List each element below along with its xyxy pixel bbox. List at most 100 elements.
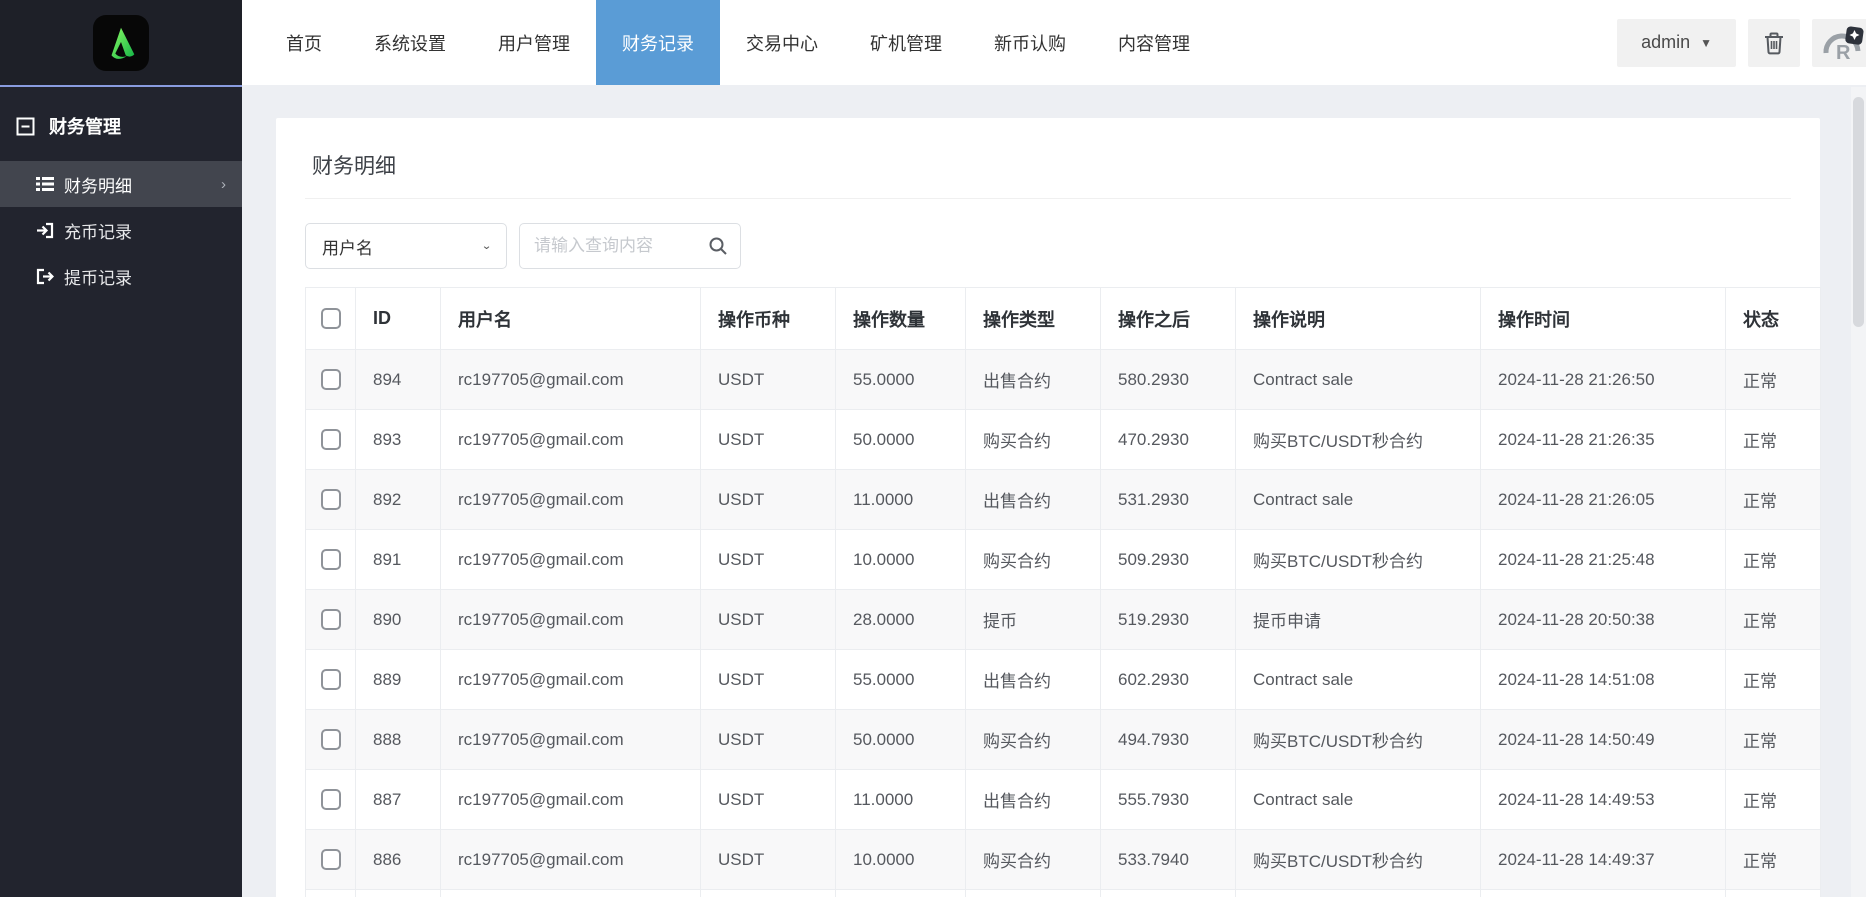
cell-checkbox bbox=[306, 410, 356, 470]
admin-label: admin bbox=[1641, 32, 1690, 53]
cell-after: 533.7940 bbox=[1101, 830, 1236, 890]
cell-desc: 购买BTC/USDT秒合约 bbox=[1236, 710, 1481, 770]
scrollbar[interactable] bbox=[1851, 87, 1866, 897]
cell-after: 580.2930 bbox=[1101, 350, 1236, 410]
cell-status: 正常 bbox=[1726, 650, 1821, 710]
cell-desc: 提币申请 bbox=[1236, 590, 1481, 650]
cell-type: 出售合约 bbox=[966, 650, 1101, 710]
sidebar-section-finance[interactable]: 财务管理 bbox=[0, 87, 242, 161]
cell-type: 购买合约 bbox=[966, 710, 1101, 770]
topbar-actions: admin ▼ R bbox=[1617, 0, 1866, 85]
row-checkbox[interactable] bbox=[321, 369, 341, 390]
cell-amount: 55.0000 bbox=[836, 350, 966, 410]
table-row: 890rc197705@gmail.comUSDT28.0000提币519.29… bbox=[306, 590, 1821, 650]
cell-user: rc197705@gmail.com bbox=[441, 650, 701, 710]
cell-checkbox bbox=[306, 470, 356, 530]
cell-after: 470.2930 bbox=[1101, 410, 1236, 470]
cell-time: 2024-11-28 20:50:38 bbox=[1481, 590, 1726, 650]
logout-button[interactable]: R bbox=[1812, 19, 1866, 67]
scrollbar-thumb[interactable] bbox=[1853, 97, 1864, 327]
cell-coin: USDT bbox=[701, 530, 836, 590]
filter-select-value: 用户名 bbox=[322, 234, 373, 259]
logout-r-badge-icon: R bbox=[1822, 23, 1866, 63]
cell-checkbox bbox=[306, 650, 356, 710]
trash-button[interactable] bbox=[1748, 19, 1800, 67]
table-row: 892rc197705@gmail.comUSDT11.0000出售合约531.… bbox=[306, 470, 1821, 530]
table-row: 893rc197705@gmail.comUSDT50.0000购买合约470.… bbox=[306, 410, 1821, 470]
row-checkbox[interactable] bbox=[321, 789, 341, 810]
search-icon[interactable] bbox=[708, 236, 728, 256]
top-nav-item-2[interactable]: 用户管理 bbox=[472, 0, 596, 85]
row-checkbox[interactable] bbox=[321, 729, 341, 750]
cell-type: 出售合约 bbox=[966, 470, 1101, 530]
cell-coin: USDT bbox=[701, 470, 836, 530]
cell-amount: 10.0000 bbox=[836, 530, 966, 590]
top-nav-item-1[interactable]: 系统设置 bbox=[348, 0, 472, 85]
cell-time: 2024-11-28 14:50:49 bbox=[1481, 710, 1726, 770]
row-checkbox[interactable] bbox=[321, 549, 341, 570]
cell-type: 出售合约 bbox=[966, 350, 1101, 410]
top-nav-item-6[interactable]: 新币认购 bbox=[968, 0, 1092, 85]
cell-id: 890 bbox=[356, 590, 441, 650]
top-nav-item-0[interactable]: 首页 bbox=[260, 0, 348, 85]
header-cell-5: 操作之后 bbox=[1101, 288, 1236, 350]
cell-coin: USDT bbox=[701, 890, 836, 897]
main-content: 财务明细 用户名 ⌄ bbox=[242, 85, 1866, 897]
cell-coin: USDT bbox=[701, 710, 836, 770]
cell-user: rc197705@gmail.com bbox=[441, 530, 701, 590]
cell-id: 887 bbox=[356, 770, 441, 830]
svg-text:R: R bbox=[1836, 42, 1851, 63]
search-box bbox=[519, 223, 741, 269]
collapse-minus-icon bbox=[16, 117, 35, 136]
row-checkbox[interactable] bbox=[321, 609, 341, 630]
search-input[interactable] bbox=[534, 236, 708, 256]
cell-desc: Contract sale bbox=[1236, 350, 1481, 410]
cell-user: rc197705@gmail.com bbox=[441, 770, 701, 830]
header-cell-7: 操作时间 bbox=[1481, 288, 1726, 350]
cell-checkbox bbox=[306, 890, 356, 897]
sidebar-nav: 财务明细›充币记录提币记录 bbox=[0, 161, 242, 299]
admin-menu-button[interactable]: admin ▼ bbox=[1617, 19, 1736, 67]
cell-status: 正常 bbox=[1726, 350, 1821, 410]
header-cell-0: ID bbox=[356, 288, 441, 350]
cell-after: 580.7940 bbox=[1101, 890, 1236, 897]
chevron-right-icon: › bbox=[221, 176, 226, 193]
table-row: 891rc197705@gmail.comUSDT10.0000购买合约509.… bbox=[306, 530, 1821, 590]
row-checkbox[interactable] bbox=[321, 489, 341, 510]
cell-id: 886 bbox=[356, 830, 441, 890]
sidebar: 财务管理 财务明细›充币记录提币记录 bbox=[0, 85, 242, 897]
app-logo bbox=[93, 15, 149, 71]
sidebar-item-2[interactable]: 提币记录 bbox=[0, 253, 242, 299]
header-cell-3: 操作数量 bbox=[836, 288, 966, 350]
top-nav-item-4[interactable]: 交易中心 bbox=[720, 0, 844, 85]
row-checkbox[interactable] bbox=[321, 849, 341, 870]
cell-type: 出售合约 bbox=[966, 890, 1101, 897]
row-checkbox[interactable] bbox=[321, 429, 341, 450]
row-checkbox[interactable] bbox=[321, 669, 341, 690]
top-nav: 首页系统设置用户管理财务记录交易中心矿机管理新币认购内容管理 bbox=[260, 0, 1216, 85]
cell-status: 正常 bbox=[1726, 710, 1821, 770]
table-row: 886rc197705@gmail.comUSDT10.0000购买合约533.… bbox=[306, 830, 1821, 890]
cell-checkbox bbox=[306, 710, 356, 770]
cell-amount: 28.0000 bbox=[836, 590, 966, 650]
table-row: 887rc197705@gmail.comUSDT11.0000出售合约555.… bbox=[306, 770, 1821, 830]
filter-field-select[interactable]: 用户名 ⌄ bbox=[305, 223, 507, 269]
cell-id: 885 bbox=[356, 890, 441, 897]
logo-block bbox=[0, 0, 242, 85]
cell-type: 出售合约 bbox=[966, 770, 1101, 830]
cell-id: 888 bbox=[356, 710, 441, 770]
cell-amount: 11.0000 bbox=[836, 770, 966, 830]
chevron-down-icon: ▼ bbox=[1700, 36, 1712, 50]
cell-user: rc197705@gmail.com bbox=[441, 350, 701, 410]
top-nav-item-5[interactable]: 矿机管理 bbox=[844, 0, 968, 85]
cell-after: 555.7930 bbox=[1101, 770, 1236, 830]
cell-after: 602.2930 bbox=[1101, 650, 1236, 710]
top-nav-item-7[interactable]: 内容管理 bbox=[1092, 0, 1216, 85]
sidebar-item-1[interactable]: 充币记录 bbox=[0, 207, 242, 253]
top-nav-item-3[interactable]: 财务记录 bbox=[596, 0, 720, 85]
cell-desc: Contract sale bbox=[1236, 770, 1481, 830]
cell-after: 531.2930 bbox=[1101, 470, 1236, 530]
cell-amount: 55.0000 bbox=[836, 890, 966, 897]
select-all-checkbox[interactable] bbox=[321, 308, 341, 329]
sidebar-item-0[interactable]: 财务明细› bbox=[0, 161, 242, 207]
